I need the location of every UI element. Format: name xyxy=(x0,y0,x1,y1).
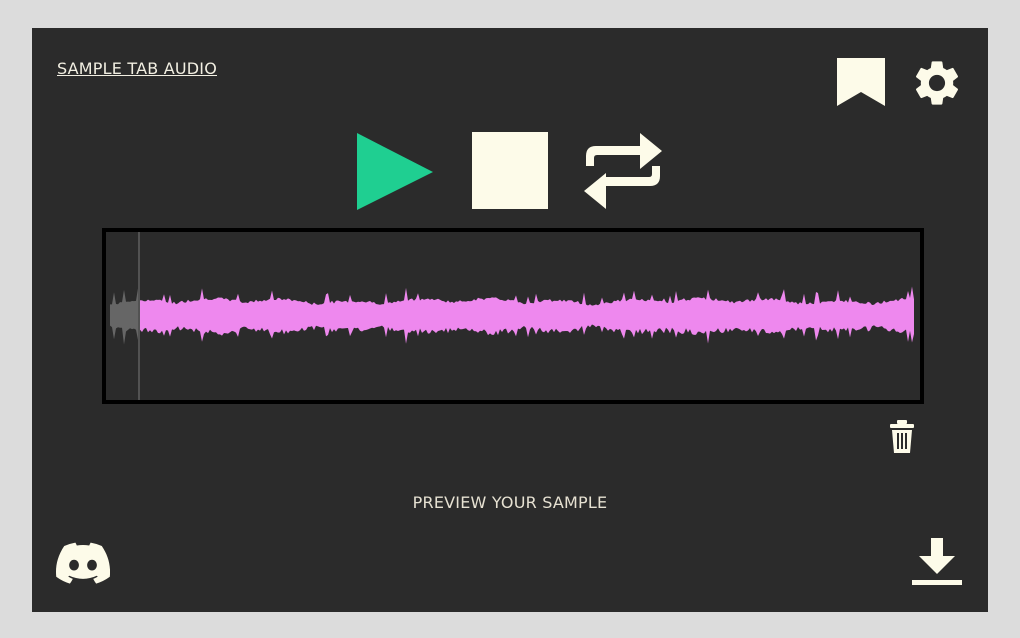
bookmark-icon[interactable] xyxy=(835,56,887,112)
preview-sample-label: PREVIEW YOUR SAMPLE xyxy=(412,493,608,512)
stop-icon[interactable] xyxy=(472,132,550,214)
waveform-sample-region xyxy=(140,286,914,344)
download-icon[interactable] xyxy=(910,536,964,594)
sample-tab-audio-link[interactable]: SAMPLE TAB AUDIO xyxy=(57,59,217,78)
waveform-display[interactable] xyxy=(102,228,924,404)
waveform-shape xyxy=(140,286,914,344)
gear-icon[interactable] xyxy=(910,56,964,114)
sampler-panel: SAMPLE TAB AUDIO PREVIEW YOUR SAMPLE xyxy=(32,28,988,612)
play-icon[interactable] xyxy=(357,133,435,215)
waveform-unplayed-segment xyxy=(110,288,138,345)
discord-icon[interactable] xyxy=(56,542,111,588)
trash-icon[interactable] xyxy=(888,420,916,458)
loop-icon[interactable] xyxy=(582,131,664,215)
waveform-unplayed-shape xyxy=(110,288,138,345)
